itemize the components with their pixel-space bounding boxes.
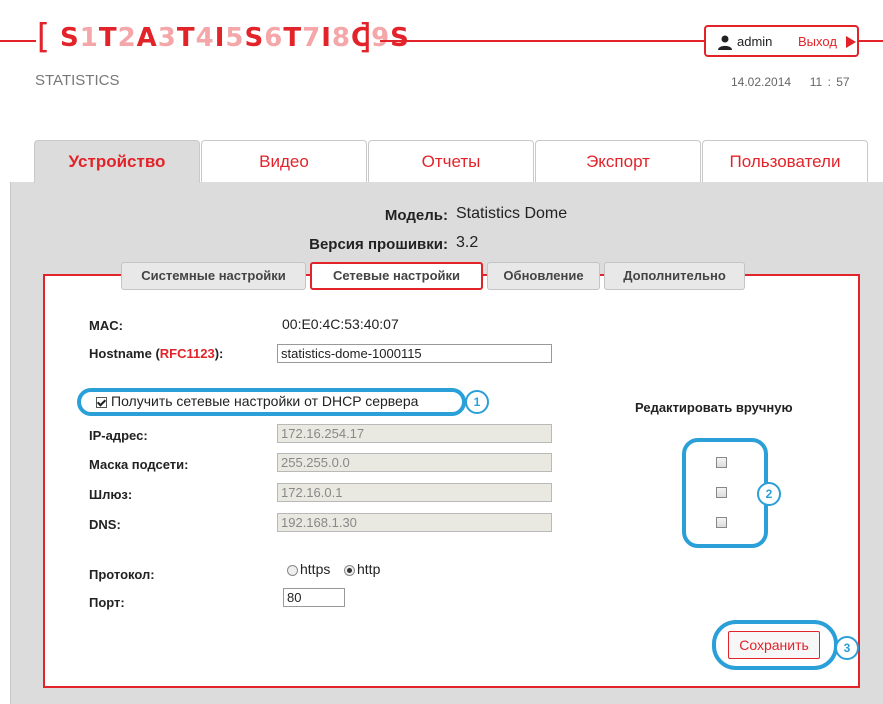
model-value: Statistics Dome xyxy=(456,205,568,222)
hostname-input[interactable]: statistics-dome-1000115 xyxy=(277,344,552,363)
tab-video[interactable]: Видео xyxy=(201,140,367,182)
callout-badge-3: 3 xyxy=(835,636,859,660)
username: admin xyxy=(737,34,773,49)
gateway-input[interactable]: 172.16.0.1 xyxy=(277,483,552,502)
manual-edit-label: Редактировать вручную xyxy=(635,400,793,415)
page-subtitle: STATISTICS xyxy=(35,72,120,89)
subtab-advanced[interactable]: Дополнительно xyxy=(604,262,745,290)
logo-char: S xyxy=(390,23,410,53)
subtab-network[interactable]: Сетевые настройки xyxy=(310,262,483,290)
logo-char: S xyxy=(60,23,80,53)
logo-char: 2 xyxy=(117,23,137,53)
logo-char: I xyxy=(321,23,332,53)
firmware-label: Версия прошивки: xyxy=(309,236,448,253)
protocol-https-label[interactable]: https xyxy=(300,561,330,577)
logo-char: T xyxy=(283,23,303,53)
logo-char: T xyxy=(98,23,118,53)
time-minutes: 57 xyxy=(836,75,850,89)
protocol-http-label[interactable]: http xyxy=(357,561,380,577)
hostname-label: Hostname (RFC1123): xyxy=(89,346,223,361)
hostname-label-suffix: ): xyxy=(214,346,224,361)
callout-dhcp xyxy=(77,388,466,416)
port-input[interactable]: 80 xyxy=(283,588,345,607)
logo-char: 4 xyxy=(195,23,215,53)
rfc-link[interactable]: RFC1123 xyxy=(160,346,215,361)
port-label: Порт: xyxy=(89,595,125,610)
save-button[interactable]: Сохранить xyxy=(728,631,820,659)
logo-char: 8 xyxy=(331,23,351,53)
logo-char: 1 xyxy=(79,23,99,53)
user-box: admin Выход xyxy=(704,25,859,57)
logo-char: 5 xyxy=(225,23,245,53)
callout-manual-edit xyxy=(682,438,768,548)
subtab-update[interactable]: Обновление xyxy=(487,262,600,290)
ip-input[interactable]: 172.16.254.17 xyxy=(277,424,552,443)
logo-char: 6 xyxy=(264,23,284,53)
hostname-label-text: Hostname ( xyxy=(89,346,160,361)
logo-char: I xyxy=(214,23,226,53)
protocol-label: Протокол: xyxy=(89,567,155,582)
logo-char: 7 xyxy=(302,23,322,53)
tab-reports[interactable]: Отчеты xyxy=(368,140,534,182)
callout-badge-1: 1 xyxy=(465,390,489,414)
logout-link[interactable]: Выход xyxy=(798,34,837,49)
ip-label: IP-адрес: xyxy=(89,428,148,443)
gateway-label: Шлюз: xyxy=(89,487,133,502)
protocol-http-radio[interactable] xyxy=(344,565,355,576)
firmware-value: 3.2 xyxy=(456,234,479,251)
mask-input[interactable]: 255.255.0.0 xyxy=(277,453,552,472)
logo-bracket-left: [ xyxy=(32,17,53,57)
callout-badge-2: 2 xyxy=(757,482,781,506)
user-icon xyxy=(718,35,732,50)
datetime: 14.02.2014 11 : 57 xyxy=(731,75,850,89)
header-line-right xyxy=(859,40,883,42)
logo-char: T xyxy=(176,23,196,53)
header-line-middle xyxy=(380,40,704,42)
tab-users[interactable]: Пользователи xyxy=(702,140,868,182)
time-separator: : xyxy=(827,75,831,89)
mac-value: 00:E0:4C:53:40:07 xyxy=(282,316,399,332)
dns-input[interactable]: 192.168.1.30 xyxy=(277,513,552,532)
time-hours: 11 xyxy=(809,75,823,89)
model-label: Модель: xyxy=(384,207,448,224)
tab-device[interactable]: Устройство xyxy=(34,140,200,183)
mask-label: Маска подсети: xyxy=(89,457,189,472)
logout-arrow-icon[interactable] xyxy=(846,36,856,48)
logo-char: 3 xyxy=(157,23,177,53)
dns-label: DNS: xyxy=(89,517,121,532)
logo-char: A xyxy=(136,23,158,53)
mac-label: MAC: xyxy=(89,318,123,333)
subtab-system[interactable]: Системные настройки xyxy=(121,262,306,290)
logo-bracket-right: ] xyxy=(356,17,377,57)
header-line-left xyxy=(0,40,36,42)
logo-char: S xyxy=(244,23,265,53)
date: 14.02.2014 xyxy=(731,75,792,89)
tab-export[interactable]: Экспорт xyxy=(535,140,701,182)
protocol-https-radio[interactable] xyxy=(287,565,298,576)
